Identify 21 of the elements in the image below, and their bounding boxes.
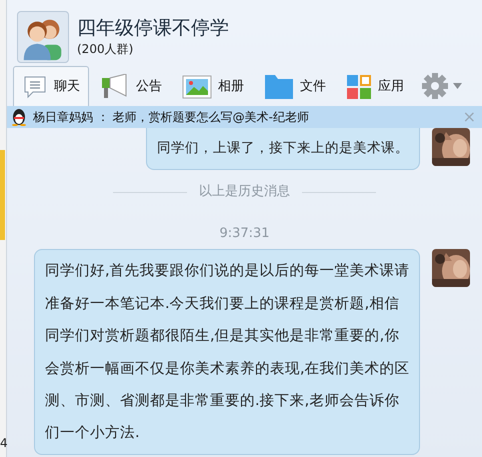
apps-grid-icon [346, 74, 372, 100]
penguin-icon [11, 108, 27, 126]
caret-icon[interactable] [453, 83, 462, 89]
toolbar-tab[interactable]: 文件 [255, 66, 335, 106]
history-divider-text: 以上是历史消息 [199, 183, 290, 202]
background-window-text: 4 [0, 437, 7, 449]
settings-icon[interactable] [421, 72, 449, 100]
group-avatar-icon [17, 11, 69, 63]
timestamp: 9:37:31 [219, 226, 270, 241]
message-bubble: 同学们，上课了，接下来上的是美术课。 [146, 128, 420, 170]
member-count: (200人群) [77, 41, 134, 58]
notice-text: 杨日章妈妈 ： 老师，赏析题要怎么写@美术-纪老师 [33, 109, 309, 126]
chat-bubble-icon [22, 74, 48, 100]
toolbar-tab[interactable]: 公告 [91, 66, 171, 106]
toolbar-tab[interactable]: 聊天 [13, 66, 89, 106]
toolbar-tab[interactable]: 应用 [337, 66, 413, 106]
folder-icon [264, 74, 294, 100]
group-name: 四年级停课不停学 [77, 16, 229, 40]
toolbar-tab[interactable]: 相册 [173, 66, 253, 106]
message-bubble: 同学们好,首先我要跟你们说的是以后的每一堂美术课请准备好一本笔记本.今天我们要上的课程是赏析题,相信同学们对赏析题都很陌生,但是其实他是非常重要的,你会赏析一幅画不仅是你美术素养的表现,在我们美术的区测、市测、省测都是非常重要的.接下来,老师会告诉你们一个小方法. [34, 249, 420, 455]
image-icon [182, 74, 212, 100]
